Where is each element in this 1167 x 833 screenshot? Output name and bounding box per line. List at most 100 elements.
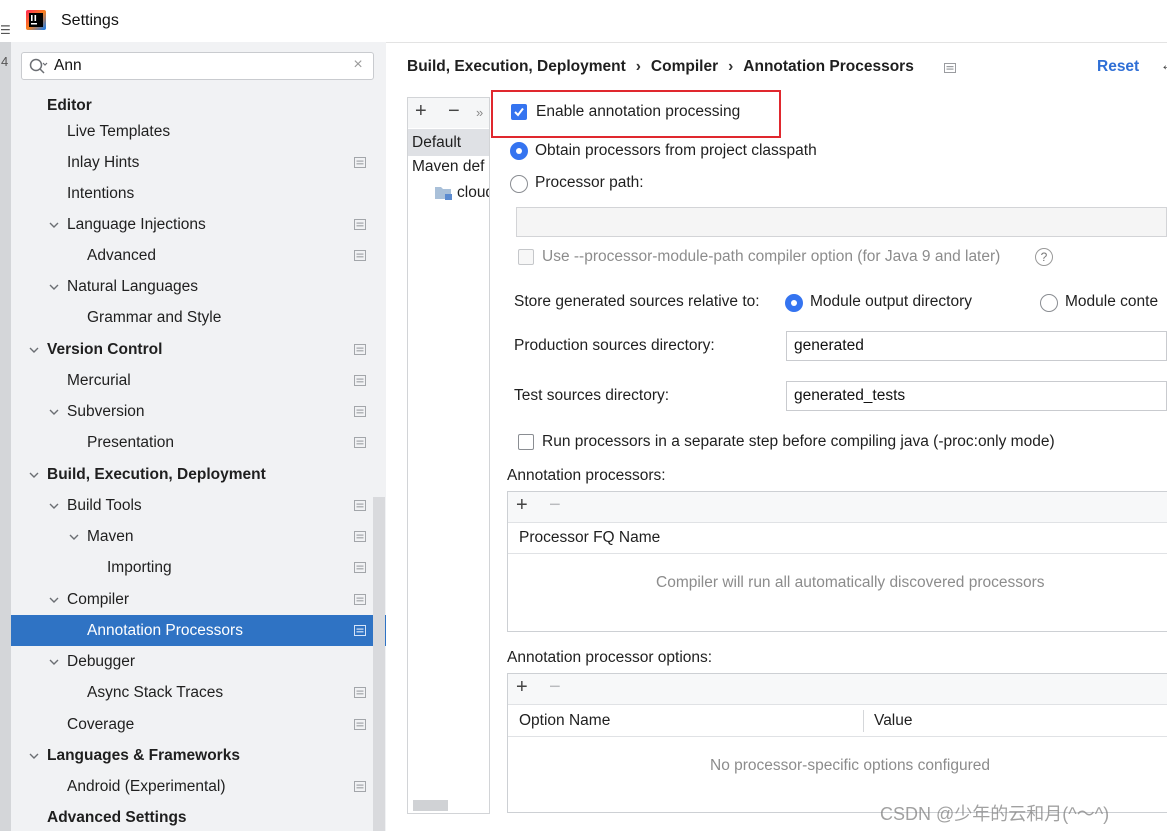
- module-output-label[interactable]: Module output directory: [810, 293, 972, 311]
- sidebar-item-mercurial[interactable]: Mercurial: [11, 365, 386, 396]
- options-empty-text: No processor-specific options configured: [710, 757, 990, 774]
- sidebar-item-label: Importing: [107, 559, 172, 576]
- project-level-icon: [354, 531, 366, 542]
- chevron-down-icon[interactable]: [28, 344, 40, 356]
- breadcrumb-separator: ›: [728, 58, 734, 75]
- sidebar-item-build-execution-deployment[interactable]: Build, Execution, Deployment: [11, 459, 386, 490]
- sidebar-scrollbar[interactable]: [373, 497, 385, 831]
- sidebar-item-compiler[interactable]: Compiler: [11, 584, 386, 615]
- value-column[interactable]: Value: [874, 706, 913, 736]
- sidebar-item-presentation[interactable]: Presentation: [11, 427, 386, 458]
- obtain-classpath-label[interactable]: Obtain processors from project classpath: [535, 142, 817, 160]
- clear-search-icon[interactable]: ×: [350, 57, 366, 73]
- add-processor-button[interactable]: +: [516, 494, 528, 517]
- sidebar-item-debugger[interactable]: Debugger: [11, 646, 386, 677]
- column-divider[interactable]: [863, 710, 864, 732]
- profile-module-item[interactable]: cloud: [457, 184, 489, 202]
- profile-item-default[interactable]: Default: [408, 129, 489, 156]
- test-dir-input[interactable]: [786, 381, 1167, 411]
- processor-table-header: Processor FQ Name: [508, 523, 1167, 554]
- module-path-checkbox[interactable]: [518, 249, 534, 265]
- chevron-down-icon[interactable]: [48, 219, 60, 231]
- sidebar-item-label: Coverage: [67, 716, 135, 733]
- project-level-icon: [944, 63, 956, 73]
- sidebar-item-inlay-hints[interactable]: Inlay Hints: [11, 147, 386, 178]
- sidebar-item-natural-languages[interactable]: Natural Languages: [11, 271, 386, 302]
- sidebar-item-language-injections[interactable]: Language Injections: [11, 209, 386, 240]
- sidebar-item-advanced[interactable]: Advanced: [11, 240, 386, 271]
- annotation-processors-toolbar: [508, 492, 1167, 523]
- add-profile-button[interactable]: +: [415, 100, 427, 123]
- sidebar-item-label: Grammar and Style: [87, 309, 222, 326]
- reset-link[interactable]: Reset: [1097, 58, 1139, 76]
- more-actions-button[interactable]: »: [476, 105, 483, 120]
- chevron-down-icon[interactable]: [68, 531, 80, 543]
- chevron-down-icon[interactable]: [48, 500, 60, 512]
- sidebar-item-label: Language Injections: [67, 216, 206, 233]
- sidebar-item-build-tools[interactable]: Build Tools: [11, 490, 386, 521]
- remove-processor-button[interactable]: −: [549, 494, 561, 517]
- separate-step-checkbox[interactable]: [518, 434, 534, 450]
- project-level-icon: [354, 500, 366, 511]
- chevron-down-icon[interactable]: [48, 656, 60, 668]
- chevron-down-icon[interactable]: [48, 594, 60, 606]
- sidebar-item-android-experimental[interactable]: Android (Experimental): [11, 771, 386, 802]
- back-arrow-icon[interactable]: ←: [1160, 57, 1167, 75]
- sidebar-item-label: Async Stack Traces: [87, 684, 224, 701]
- sidebar-item-label: Android (Experimental): [67, 778, 226, 795]
- obtain-classpath-radio[interactable]: [510, 142, 528, 160]
- remove-profile-button[interactable]: −: [448, 100, 460, 123]
- module-output-radio[interactable]: [785, 294, 803, 312]
- sidebar-item-coverage[interactable]: Coverage: [11, 709, 386, 740]
- breadcrumb-annotation-processors: Annotation Processors: [743, 58, 914, 75]
- breadcrumb: Build, Execution, Deployment › Compiler › An…: [407, 58, 914, 78]
- separate-step-label[interactable]: Run processors in a separate step before…: [542, 433, 1055, 451]
- option-name-column[interactable]: Option Name: [519, 706, 610, 736]
- project-level-icon: [354, 719, 366, 730]
- add-option-button[interactable]: +: [516, 676, 528, 699]
- sidebar-item-async-stack-traces[interactable]: Async Stack Traces: [11, 677, 386, 708]
- sidebar-item-label: Build, Execution, Deployment: [47, 466, 266, 483]
- annotation-processors-title: Annotation processors:: [507, 467, 666, 484]
- production-dir-input[interactable]: [786, 331, 1167, 361]
- chevron-down-icon[interactable]: [48, 406, 60, 418]
- profiles-scrollbar[interactable]: [413, 800, 448, 811]
- sidebar-item-languages-frameworks[interactable]: Languages & Frameworks: [11, 740, 386, 771]
- project-level-icon: [354, 625, 366, 636]
- chevron-down-icon[interactable]: [28, 469, 40, 481]
- enable-annotation-checkbox[interactable]: [511, 104, 527, 120]
- enable-annotation-label[interactable]: Enable annotation processing: [536, 103, 740, 121]
- module-path-label[interactable]: Use --processor-module-path compiler opt…: [542, 248, 1000, 266]
- checkmark-icon: [514, 107, 524, 117]
- sidebar-item-importing[interactable]: Importing: [11, 552, 386, 583]
- sidebar-item-live-templates[interactable]: Live Templates: [11, 116, 386, 147]
- profile-item-maven[interactable]: Maven def: [412, 158, 489, 176]
- sidebar-item-grammar-and-style[interactable]: Grammar and Style: [11, 302, 386, 333]
- sidebar-item-annotation-processors[interactable]: Annotation Processors: [11, 615, 386, 646]
- project-level-icon: [354, 594, 366, 605]
- sidebar-item-intentions[interactable]: Intentions: [11, 178, 386, 209]
- help-icon[interactable]: ?: [1035, 248, 1053, 266]
- title-bar: [0, 0, 1167, 43]
- sidebar-item-advanced-settings[interactable]: Advanced Settings: [11, 802, 386, 833]
- background-window-strip: [0, 42, 11, 831]
- remove-option-button[interactable]: −: [549, 676, 561, 699]
- processor-path-radio[interactable]: [510, 175, 528, 193]
- processor-path-label[interactable]: Processor path:: [535, 174, 644, 192]
- project-level-icon: [354, 781, 366, 792]
- processor-fq-name-column[interactable]: Processor FQ Name: [508, 529, 660, 546]
- sidebar-item-maven[interactable]: Maven: [11, 521, 386, 552]
- breadcrumb-separator: ›: [635, 58, 641, 75]
- search-input[interactable]: [54, 54, 344, 78]
- module-content-radio[interactable]: [1040, 294, 1058, 312]
- sidebar-item-label: Presentation: [87, 434, 175, 451]
- project-level-icon: [354, 344, 366, 355]
- chevron-down-icon[interactable]: [28, 750, 40, 762]
- options-table-header: Option Name Value: [508, 706, 1167, 737]
- module-content-label[interactable]: Module conte: [1065, 293, 1158, 311]
- chevron-down-icon[interactable]: [48, 281, 60, 293]
- sidebar-item-version-control[interactable]: Version Control: [11, 334, 386, 365]
- sidebar-item-subversion[interactable]: Subversion: [11, 396, 386, 427]
- line-number-fragment: 4: [1, 54, 9, 69]
- processor-path-input[interactable]: [516, 207, 1167, 237]
